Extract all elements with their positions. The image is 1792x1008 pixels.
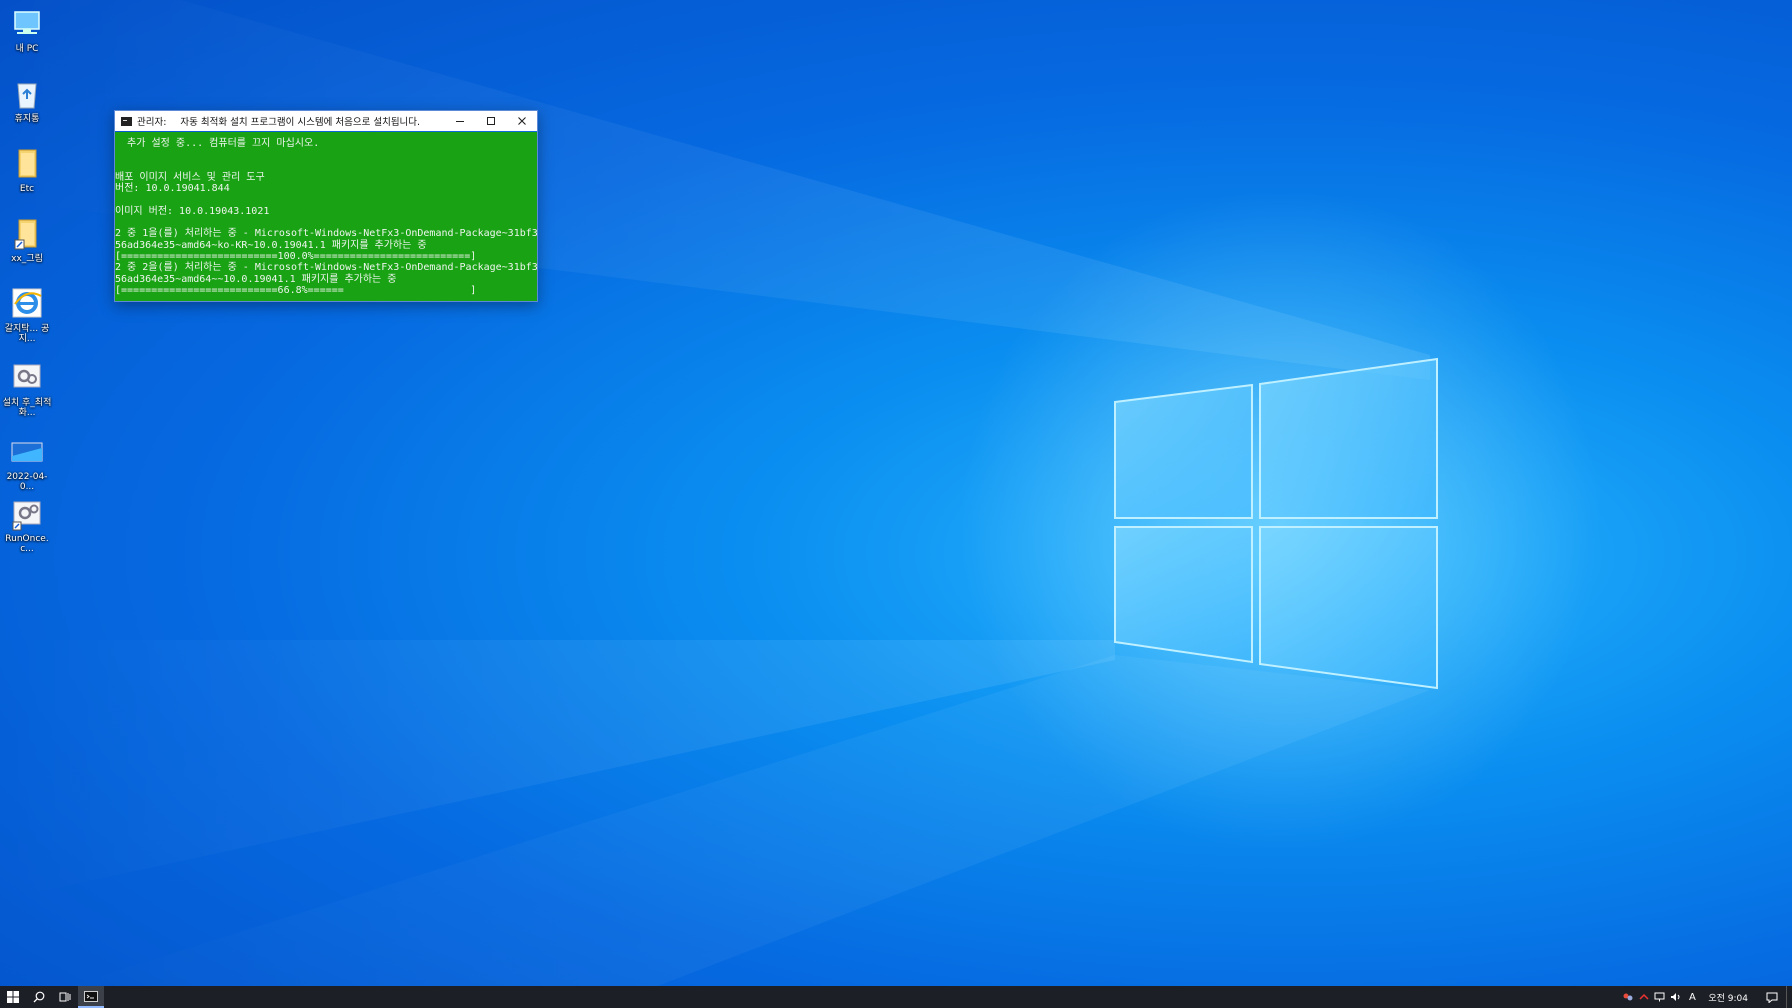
windows-start-icon <box>7 991 19 1003</box>
network-icon <box>1654 992 1665 1002</box>
notification-icon <box>1766 992 1778 1003</box>
window-title-text: 자동 최적화 설치 프로그램이 시스템에 처음으로 설치됩니다. <box>180 117 421 128</box>
folder-shortcut-icon <box>9 216 45 252</box>
desktop-icon-optimize[interactable]: 설치 후_최적화... <box>2 360 52 418</box>
desktop-icon-label: 설치 후_최적화... <box>2 398 52 418</box>
console-line: 56ad364e35~amd64~~10.0.19041.1 패키지를 추가하는… <box>115 273 397 285</box>
task-view-button[interactable] <box>52 986 78 1008</box>
console-line: 2 중 2을(를) 처리하는 중 - Microsoft-Windows-Net… <box>115 262 537 274</box>
window-title: 관리자: 자동 최적화 설치 프로그램이 시스템에 처음으로 설치됩니다. <box>137 114 444 128</box>
taskbar-clock[interactable]: 오전 9:04 <box>1700 991 1758 1004</box>
console-app-icon <box>121 116 132 126</box>
action-center-button[interactable] <box>1758 986 1786 1008</box>
close-button[interactable] <box>506 111 537 131</box>
console-window[interactable]: 관리자: 자동 최적화 설치 프로그램이 시스템에 처음으로 설치됩니다. 추가 … <box>114 110 538 302</box>
computer-icon <box>9 6 45 42</box>
desktop-icon-runonce[interactable]: RunOnce.c... <box>2 496 52 554</box>
desktop-icon-pictures[interactable]: xx_그림 <box>2 216 52 264</box>
speaker-icon <box>1671 993 1680 1001</box>
desktop-icon-label: 갈지탁... 공지... <box>4 324 50 344</box>
show-desktop-button[interactable] <box>1786 986 1792 1008</box>
window-title-prefix: 관리자: <box>137 117 167 128</box>
script-gears-icon <box>9 496 45 532</box>
search-button[interactable] <box>26 986 52 1008</box>
desktop-icon-label: 2022-04-0... <box>6 472 48 492</box>
task-view-icon <box>59 992 71 1002</box>
maximize-button[interactable] <box>475 111 506 131</box>
console-line: 56ad364e35~amd64~ko-KR~10.0.19041.1 패키지를… <box>115 239 427 251</box>
console-line: [==========================100.0%=======… <box>115 250 477 262</box>
desktop-icon-label: 내 PC <box>15 44 39 54</box>
window-titlebar[interactable]: 관리자: 자동 최적화 설치 프로그램이 시스템에 처음으로 설치됩니다. <box>115 111 537 131</box>
colorful-app-icon <box>1623 993 1633 1001</box>
recycle-bin-icon <box>9 76 45 112</box>
console-line: [==========================66.8%====== ] <box>115 284 477 296</box>
desktop-icon-label: xx_그림 <box>11 254 43 264</box>
desktop-icon-etc[interactable]: Etc <box>2 146 52 194</box>
console-line: 배포 이미지 서비스 및 관리 도구 <box>115 171 265 183</box>
show-hidden-icons-button[interactable] <box>1636 986 1652 1008</box>
console-line: 버전: 10.0.19041.844 <box>115 183 230 195</box>
maximize-icon <box>486 117 495 125</box>
image-file-icon <box>9 434 45 470</box>
taskbar: A 오전 9:04 <box>0 986 1792 1008</box>
input-method-indicator[interactable]: A <box>1684 992 1700 1003</box>
console-line: 2 중 1을(를) 처리하는 중 - Microsoft-Windows-Net… <box>115 228 537 240</box>
desktop-icon-recycle-bin[interactable]: 휴지통 <box>2 76 52 124</box>
desktop-icon-ie-shortcut[interactable]: 갈지탁... 공지... <box>2 286 52 344</box>
console-output[interactable]: 추가 설정 중... 컴퓨터를 끄지 마십시오. 배포 이미지 서비스 및 관리 … <box>115 132 537 301</box>
gears-icon <box>9 360 45 396</box>
desktop-icon-label: RunOnce.c... <box>5 534 49 554</box>
minimize-button[interactable] <box>444 111 475 131</box>
search-icon <box>33 991 45 1003</box>
console-line: 이미지 버전: 10.0.19043.1021 <box>115 205 270 217</box>
start-button[interactable] <box>0 986 26 1008</box>
tray-app-icon[interactable] <box>1620 986 1636 1008</box>
network-button[interactable] <box>1652 986 1668 1008</box>
system-tray: A 오전 9:04 <box>1620 986 1792 1008</box>
close-icon <box>517 117 526 125</box>
volume-button[interactable] <box>1668 986 1684 1008</box>
chevron-up-icon <box>1639 993 1649 1000</box>
console-app-icon <box>84 990 98 1002</box>
desktop-icon-this-pc[interactable]: 내 PC <box>2 6 52 54</box>
minimize-icon <box>455 121 464 122</box>
desktop-icon-image-file[interactable]: 2022-04-0... <box>2 434 52 492</box>
desktop-icon-label: Etc <box>19 184 35 194</box>
desktop-icon-label: 휴지통 <box>14 114 40 124</box>
console-line: 추가 설정 중... 컴퓨터를 끄지 마십시오. <box>115 138 320 149</box>
internet-explorer-icon <box>9 286 45 322</box>
taskbar-console-app[interactable] <box>78 986 104 1008</box>
folder-icon <box>9 146 45 182</box>
